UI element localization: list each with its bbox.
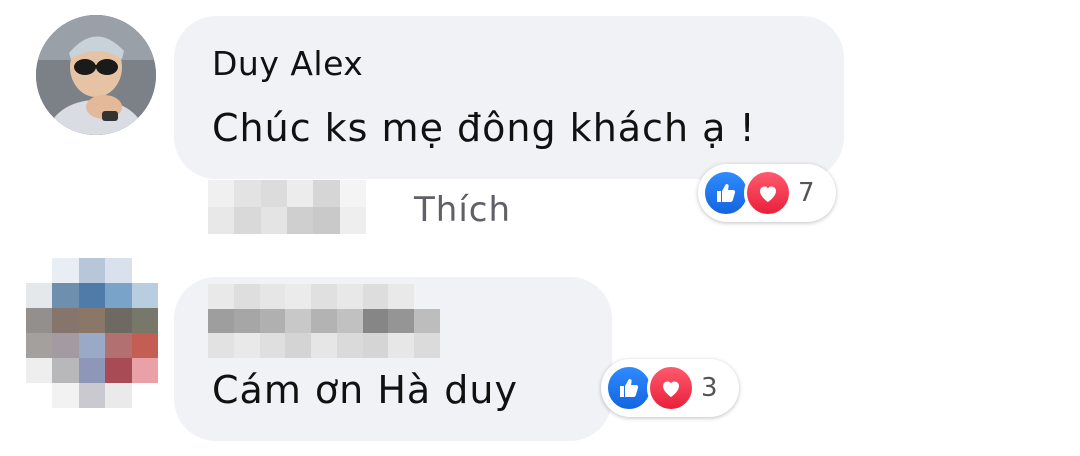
comment-bubble <box>174 16 844 179</box>
love-icon <box>647 364 695 412</box>
comment-text: Cám ơn Hà duy <box>212 368 518 412</box>
like-icon <box>605 364 653 412</box>
reaction-count: 7 <box>798 178 815 208</box>
like-icon <box>702 169 750 217</box>
like-action-link[interactable]: Thích <box>414 190 511 230</box>
reaction-count: 3 <box>701 373 718 403</box>
avatar[interactable] <box>26 258 158 408</box>
comment-text: Chúc ks mẹ đông khách ạ ! <box>212 106 756 150</box>
avatar-photo <box>36 15 156 135</box>
reaction-summary[interactable]: 7 <box>698 164 836 222</box>
love-icon <box>744 169 792 217</box>
blurred-comment-author[interactable] <box>208 284 440 358</box>
comment-author[interactable]: Duy Alex <box>212 44 363 83</box>
avatar[interactable] <box>36 15 156 135</box>
reaction-summary[interactable]: 3 <box>601 359 739 417</box>
blurred-timestamp <box>208 180 366 234</box>
